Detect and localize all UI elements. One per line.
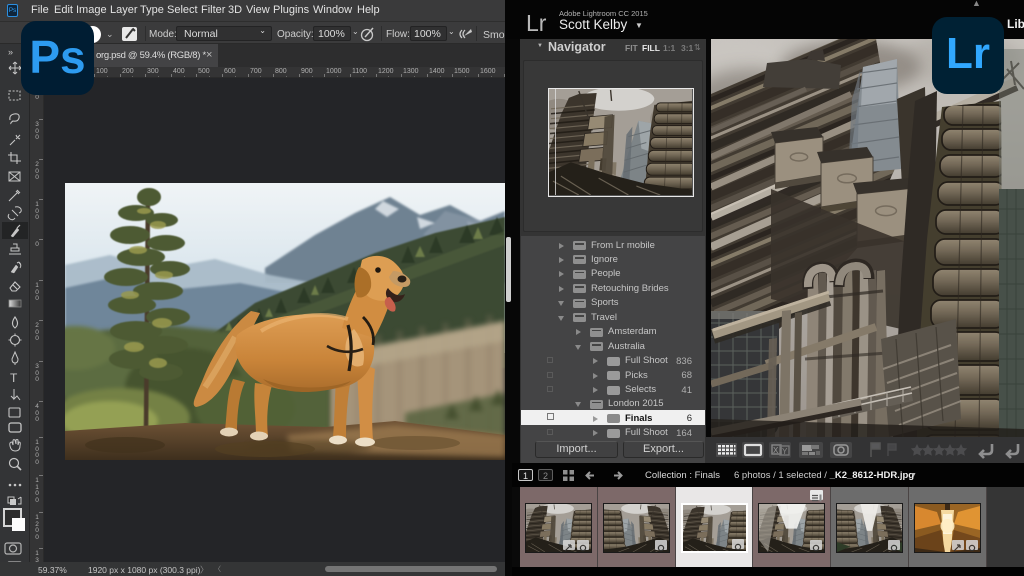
svg-text:»: » xyxy=(8,47,13,57)
svg-text:Y: Y xyxy=(782,447,788,456)
svg-text:T: T xyxy=(10,371,18,385)
svg-text:X: X xyxy=(773,446,779,455)
